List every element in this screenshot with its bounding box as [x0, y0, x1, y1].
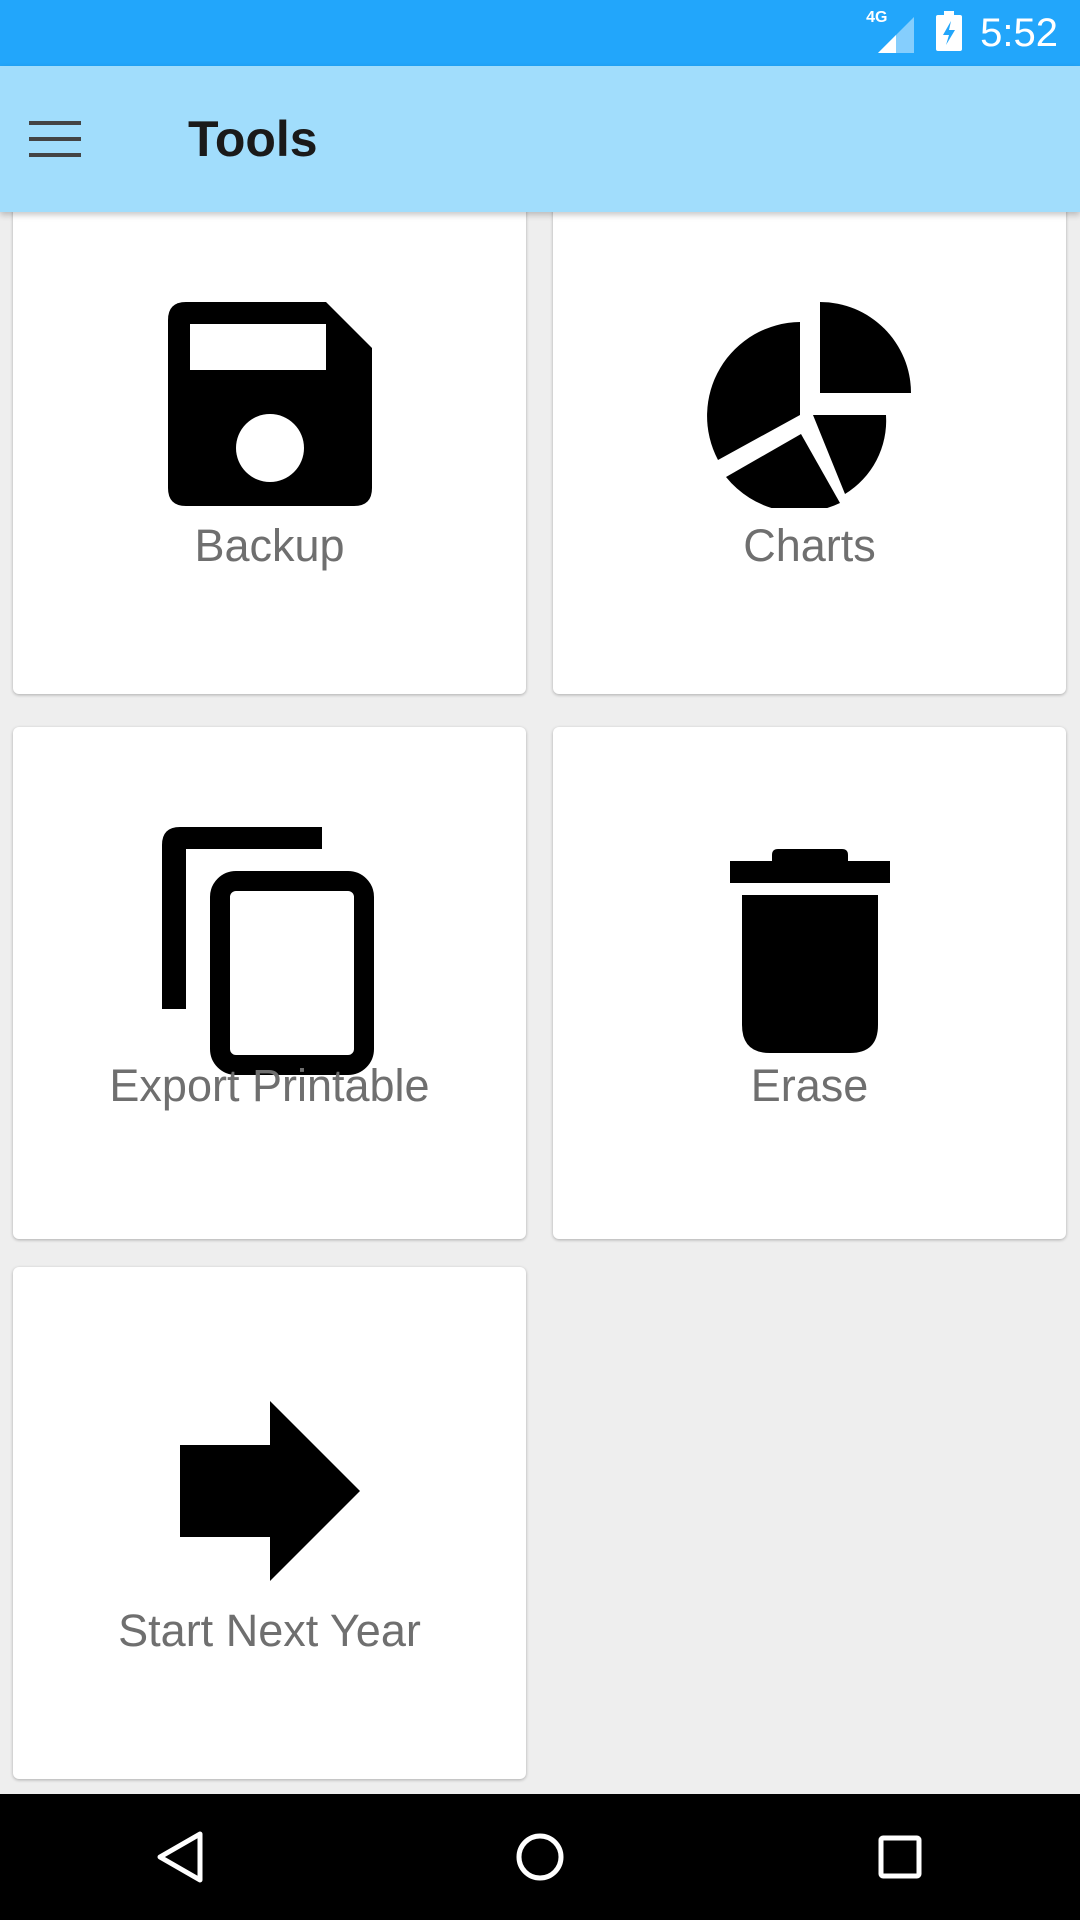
hamburger-menu-icon: [29, 121, 81, 157]
tool-card-erase[interactable]: Erase: [553, 727, 1066, 1239]
back-icon: [157, 1831, 203, 1883]
menu-button[interactable]: [0, 66, 146, 212]
app-bar: Tools: [0, 66, 1080, 212]
tool-label: Backup: [194, 520, 345, 571]
signal-icon: 4G: [866, 9, 915, 53]
clock: 5:52: [980, 10, 1058, 55]
tool-card-export-printable[interactable]: Export Printable: [13, 727, 526, 1239]
tool-label: Charts: [743, 520, 876, 571]
network-type: 4G: [866, 9, 888, 26]
status-bar: 4G 5:52: [0, 0, 1080, 66]
trash-icon: [553, 849, 1066, 1053]
battery-icon: [936, 10, 963, 56]
floppy-disk-icon: [13, 302, 526, 506]
arrow-right-icon: [13, 1401, 526, 1581]
recents-button[interactable]: [840, 1797, 960, 1917]
home-button[interactable]: [480, 1797, 600, 1917]
tools-grid: Backup Charts Export Printable Erase Sta…: [0, 212, 1080, 1794]
tool-card-backup[interactable]: Backup: [13, 212, 526, 694]
recents-icon: [878, 1835, 922, 1879]
tool-label: Export Printable: [109, 1060, 430, 1111]
pie-chart-icon: [553, 302, 1066, 508]
tool-card-charts[interactable]: Charts: [553, 212, 1066, 694]
back-button[interactable]: [120, 1797, 240, 1917]
tool-card-start-next-year[interactable]: Start Next Year: [13, 1267, 526, 1779]
home-icon: [516, 1833, 564, 1881]
tool-label: Start Next Year: [118, 1605, 421, 1656]
tool-label: Erase: [750, 1060, 869, 1111]
page-title: Tools: [188, 111, 318, 167]
navigation-bar: [0, 1794, 1080, 1920]
copy-icon: [13, 827, 526, 1079]
